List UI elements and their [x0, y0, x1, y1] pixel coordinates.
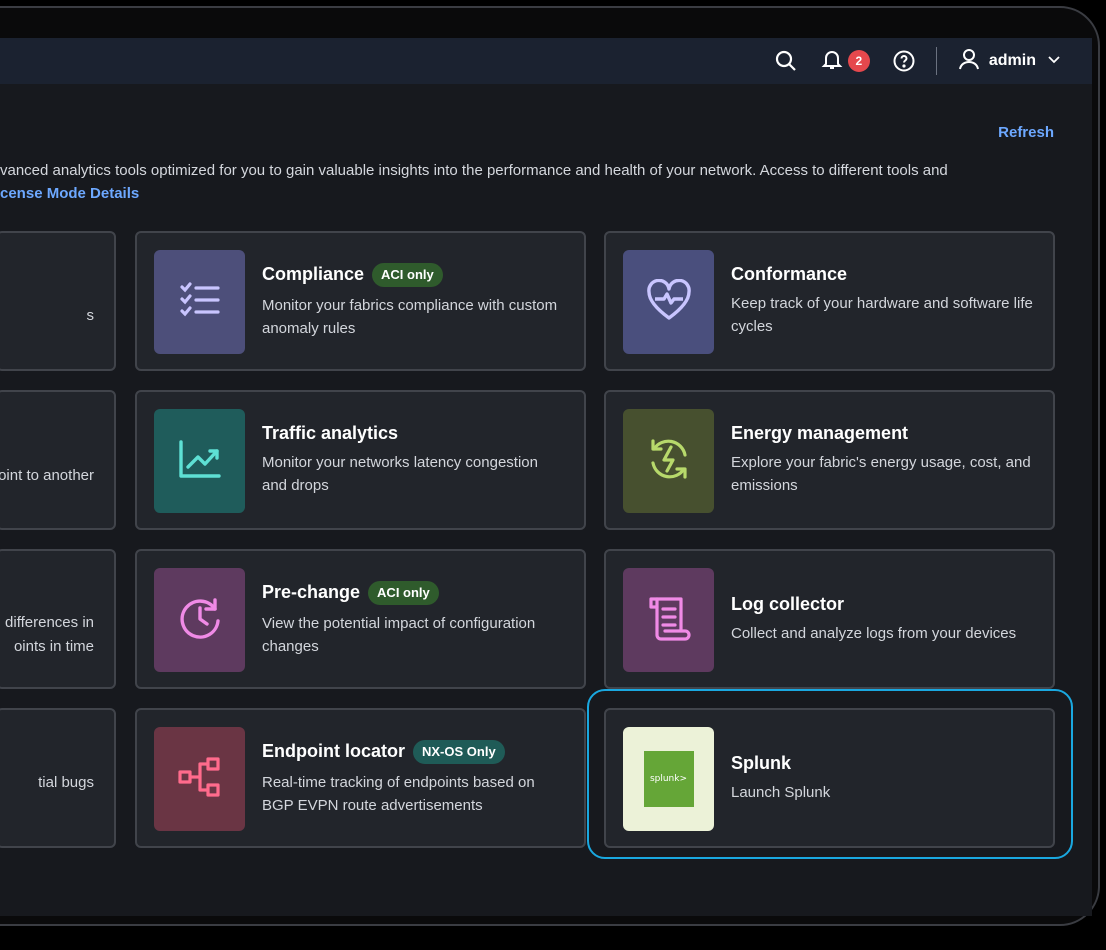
aci-only-badge: ACI only: [372, 262, 443, 287]
scroll-document-icon: [647, 595, 691, 646]
notification-count-badge: 2: [847, 50, 870, 72]
heart-pulse-icon: [646, 278, 692, 326]
card-description: Explore your fabric's energy usage, cost…: [731, 454, 1031, 494]
card-title: Traffic analytics: [262, 423, 399, 443]
card-body: Log collector Collect and analyze logs f…: [731, 551, 1033, 687]
endpoint-locator-tile: [154, 727, 245, 831]
card-description: s: [86, 307, 95, 324]
card-title: Conformance: [731, 264, 848, 284]
nx-os-only-badge: NX-OS Only: [413, 739, 505, 764]
card-body: Pre-change ACI only View the potential i…: [262, 551, 564, 687]
card-description: oint to another: [0, 467, 94, 484]
top-navigation-bar: 2 admin: [0, 38, 1092, 84]
card-body: Energy management Explore your fabric's …: [731, 392, 1033, 528]
notifications-button[interactable]: 2: [820, 46, 870, 76]
card-description: Collect and analyze logs from your devic…: [731, 624, 1017, 642]
card-description: Keep track of your hardware and software…: [731, 295, 1033, 335]
bell-icon: [820, 47, 844, 76]
tool-card-stub[interactable]: s: [0, 231, 116, 371]
clock-history-icon: [177, 595, 223, 646]
card-description: Real-time tracking of endpoints based on…: [262, 773, 535, 814]
aci-only-badge: ACI only: [368, 580, 439, 605]
conformance-tile: [623, 250, 714, 354]
tool-card-energy-management[interactable]: Energy management Explore your fabric's …: [604, 390, 1055, 530]
card-title: Endpoint locator: [262, 741, 405, 761]
card-body: Conformance Keep track of your hardware …: [731, 233, 1033, 369]
search-icon[interactable]: [774, 46, 798, 76]
description-text: vanced analytics tools optimized for you…: [0, 162, 948, 179]
chevron-down-icon: [1046, 51, 1062, 72]
card-description: View the potential impact of configurati…: [262, 614, 536, 655]
license-mode-details-link[interactable]: cense Mode Details: [0, 182, 1060, 205]
card-description: Monitor your fabrics compliance with cus…: [262, 296, 558, 337]
refresh-link[interactable]: Refresh: [998, 124, 1054, 141]
card-title: Pre-change: [262, 582, 361, 602]
card-description: oints in time: [13, 638, 94, 655]
energy-refresh-icon: [645, 435, 693, 488]
card-description: tial bugs: [38, 774, 94, 791]
tool-card-stub[interactable]: tial bugs: [0, 708, 116, 848]
traffic-analytics-tile: [154, 409, 245, 513]
tool-card-stub[interactable]: differences in oints in time: [0, 549, 116, 689]
tool-card-endpoint-locator[interactable]: Endpoint locator NX-OS Only Real-time tr…: [135, 708, 586, 848]
card-body: Traffic analytics Monitor your networks …: [262, 392, 564, 528]
pre-change-tile: [154, 568, 245, 672]
tool-card-stub[interactable]: oint to another: [0, 390, 116, 530]
user-icon: [957, 47, 981, 76]
log-collector-tile: [623, 568, 714, 672]
card-title: Energy management: [731, 423, 909, 443]
card-description: differences in: [5, 614, 94, 631]
tool-card-compliance[interactable]: Compliance ACI only Monitor your fabrics…: [135, 231, 586, 371]
hierarchy-icon: [177, 754, 223, 805]
card-body: Compliance ACI only Monitor your fabrics…: [262, 233, 564, 369]
app-screen: 2 admin Refresh vanced analytics tools o…: [0, 38, 1092, 916]
card-title: Compliance: [262, 264, 365, 284]
page-description: vanced analytics tools optimized for you…: [0, 159, 1060, 205]
card-description: Monitor your networks latency congestion…: [262, 454, 538, 494]
energy-management-tile: [623, 409, 714, 513]
checklist-icon: [178, 278, 222, 327]
tool-card-conformance[interactable]: Conformance Keep track of your hardware …: [604, 231, 1055, 371]
tool-card-log-collector[interactable]: Log collector Collect and analyze logs f…: [604, 549, 1055, 689]
card-body: Endpoint locator NX-OS Only Real-time tr…: [262, 710, 564, 846]
tool-card-traffic-analytics[interactable]: Traffic analytics Monitor your networks …: [135, 390, 586, 530]
compliance-tile: [154, 250, 245, 354]
tool-card-pre-change[interactable]: Pre-change ACI only View the potential i…: [135, 549, 586, 689]
toolbar-divider: [935, 47, 937, 75]
help-icon[interactable]: [892, 46, 916, 76]
username-label: admin: [988, 52, 1036, 69]
splunk-card-highlight: [587, 689, 1073, 859]
line-chart-icon: [177, 438, 223, 485]
user-menu[interactable]: admin: [957, 47, 1062, 76]
card-title: Log collector: [731, 593, 845, 614]
